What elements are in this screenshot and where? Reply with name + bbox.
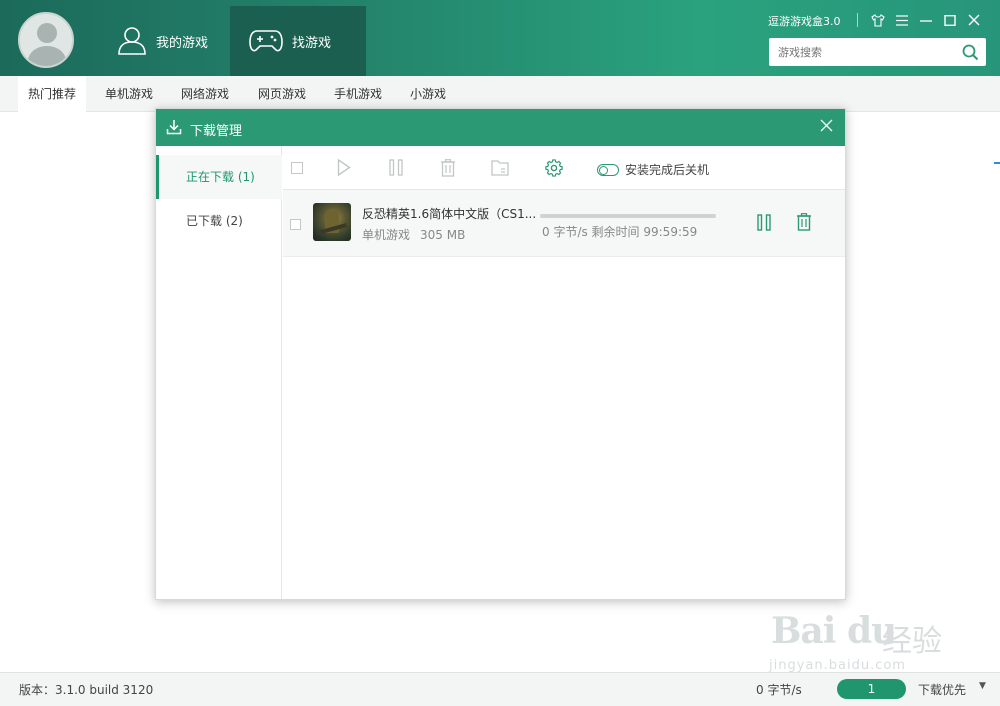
download-progress-bar xyxy=(540,214,716,218)
item-checkbox[interactable] xyxy=(290,219,301,230)
download-count-badge[interactable]: 1 xyxy=(837,679,906,699)
priority-select[interactable]: 下载优先 xyxy=(918,681,966,698)
trash-icon[interactable] xyxy=(440,159,456,177)
menu-icon xyxy=(896,14,908,26)
app-header: 我的游戏 找游戏 逗游游戏盒3.0 xyxy=(0,0,1000,76)
skin-button[interactable] xyxy=(866,11,890,29)
tab-online[interactable]: 网络游戏 xyxy=(171,76,239,112)
select-all-checkbox[interactable] xyxy=(291,162,303,174)
dialog-close-button[interactable] xyxy=(820,117,833,136)
tab-single-player[interactable]: 单机游戏 xyxy=(95,76,163,112)
dialog-sidebar: 正在下载 (1) 已下载 (2) xyxy=(156,146,282,599)
title-separator xyxy=(857,13,858,27)
window-controls xyxy=(857,11,986,29)
download-item-row: 反恐精英1.6简体中文版（CS1... 单机游戏 305 MB 0 字节/s 剩余… xyxy=(283,190,845,257)
background-accent-line xyxy=(994,162,1000,164)
avatar-head-shape xyxy=(37,23,57,43)
category-tabs: 热门推荐 单机游戏 网络游戏 网页游戏 手机游戏 小游戏 xyxy=(0,76,1000,112)
shutdown-toggle-label: 安装完成后关机 xyxy=(625,163,710,177)
game-category: 单机游戏 xyxy=(362,228,411,242)
shutdown-toggle[interactable]: 安装完成后关机 xyxy=(597,161,709,178)
close-icon xyxy=(820,119,833,132)
watermark-url: jingyan.baidu.com xyxy=(769,658,906,673)
play-icon[interactable] xyxy=(337,159,351,176)
watermark-cn-text: 经验 xyxy=(882,624,942,659)
download-icon xyxy=(166,120,182,135)
tab-mobile[interactable]: 手机游戏 xyxy=(324,76,392,112)
game-size: 305 MB xyxy=(420,228,466,242)
download-manager-dialog: 下载管理 正在下载 (1) 已下载 (2) 安装完成后关机 反恐精英1.6简体中… xyxy=(155,108,846,600)
avatar-body-shape xyxy=(28,46,66,66)
nav-find-games-label: 找游戏 xyxy=(292,35,332,51)
item-delete-button[interactable] xyxy=(796,213,812,231)
version-text: 版本：3.1.0 build 3120 xyxy=(19,683,154,697)
sidebar-item-downloading[interactable]: 正在下载 (1) xyxy=(156,155,282,199)
tab-mini[interactable]: 小游戏 xyxy=(394,76,462,112)
shirt-icon xyxy=(871,13,885,27)
maximize-icon xyxy=(944,14,956,26)
user-avatar[interactable] xyxy=(18,12,74,68)
search-input[interactable] xyxy=(769,38,949,66)
nav-find-games[interactable]: 找游戏 xyxy=(230,6,366,76)
game-thumbnail xyxy=(313,203,351,241)
baidu-watermark: Bai du 经验 jingyan.baidu.com xyxy=(765,598,985,678)
close-window-button[interactable] xyxy=(962,11,986,29)
download-toolbar: 安装完成后关机 xyxy=(283,146,845,190)
watermark-logo-text: Bai du xyxy=(771,610,897,652)
chevron-down-icon[interactable]: ▼ xyxy=(979,681,986,691)
minimize-button[interactable] xyxy=(914,11,938,29)
game-title: 反恐精英1.6简体中文版（CS1... xyxy=(362,207,536,221)
tab-web[interactable]: 网页游戏 xyxy=(248,76,316,112)
dialog-header: 下载管理 xyxy=(156,109,845,146)
search-box xyxy=(769,38,986,66)
dialog-title: 下载管理 xyxy=(190,124,243,139)
maximize-button[interactable] xyxy=(938,11,962,29)
close-icon xyxy=(968,14,980,26)
menu-button[interactable] xyxy=(890,11,914,29)
game-meta: 单机游戏 305 MB xyxy=(362,226,475,243)
item-pause-button[interactable] xyxy=(757,214,771,231)
nav-my-games[interactable]: 我的游戏 xyxy=(110,6,228,76)
status-bar: 版本：3.1.0 build 3120 0 字节/s 1 下载优先 ▼ xyxy=(0,672,1000,706)
nav-my-games-label: 我的游戏 xyxy=(156,35,209,51)
toggle-switch[interactable] xyxy=(597,163,619,176)
minimize-icon xyxy=(920,19,932,22)
folder-icon[interactable] xyxy=(491,159,509,176)
gamepad-icon xyxy=(249,30,283,52)
sidebar-item-downloaded[interactable]: 已下载 (2) xyxy=(156,199,282,243)
download-status-text: 0 字节/s 剩余时间 99:59:59 xyxy=(542,225,698,239)
tab-hot[interactable]: 热门推荐 xyxy=(18,76,86,112)
speed-text: 0 字节/s xyxy=(756,683,802,697)
pause-icon[interactable] xyxy=(389,159,403,176)
user-icon xyxy=(118,27,146,55)
app-title: 逗游游戏盒3.0 xyxy=(768,15,841,28)
search-icon[interactable] xyxy=(962,44,979,61)
settings-gear-icon[interactable] xyxy=(545,159,563,177)
